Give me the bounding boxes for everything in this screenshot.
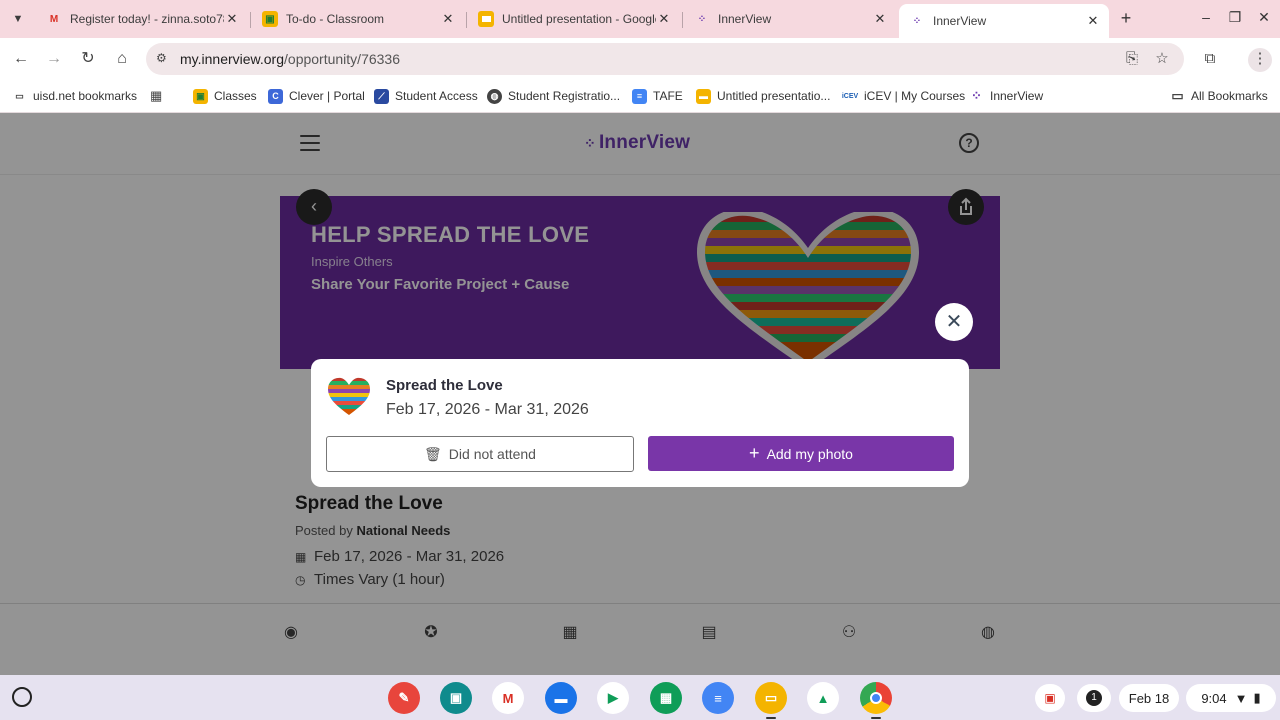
bookmark-icev[interactable]: iCEV iCEV | My Courses xyxy=(842,87,965,105)
classroom-icon: ▣ xyxy=(193,88,208,104)
close-tab-icon[interactable]: ✕ xyxy=(656,11,672,27)
os-shelf: ✎ ▣ M ▬ ▶ ▦ ≡ ▭ ▲ ▣ 1 Feb 18 9:04 ▼ ▮ xyxy=(0,675,1280,720)
tray-capture-icon[interactable]: ▣ xyxy=(1035,684,1065,712)
url-text[interactable]: my.innerview.org/opportunity/76336 xyxy=(180,51,400,67)
tab-strip: ▼ M Register today! - zinna.soto78 ✕ ▣ T… xyxy=(0,0,1280,38)
bookmark-uisd[interactable]: ▭ uisd.net bookmarks xyxy=(12,87,137,105)
dialog-title: Spread the Love xyxy=(386,377,503,394)
close-tab-icon[interactable]: ✕ xyxy=(440,11,456,27)
apps-grid-icon[interactable]: ▦ xyxy=(150,87,162,105)
play-store-icon[interactable]: ▶ xyxy=(597,682,629,714)
innerview-icon: ⁘ xyxy=(971,88,982,103)
reload-icon[interactable]: ↻ xyxy=(76,47,100,71)
tab-gmail[interactable]: M Register today! - zinna.soto78 ✕ xyxy=(36,5,248,33)
restore-icon[interactable]: ❐ xyxy=(1225,9,1245,26)
did-not-attend-button[interactable]: 🗑︎ Did not attend xyxy=(326,436,634,472)
launcher-icon[interactable] xyxy=(12,687,32,707)
tab-classroom[interactable]: ▣ To-do - Classroom ✕ xyxy=(252,5,464,33)
close-window-icon[interactable]: ✕ xyxy=(1254,9,1274,26)
bookmark-innerview[interactable]: ⁘ InnerView xyxy=(969,87,1043,105)
dialog-dates: Feb 17, 2026 - Mar 31, 2026 xyxy=(386,401,589,418)
close-icon: ✕ xyxy=(945,311,963,333)
add-photo-button[interactable]: + Add my photo xyxy=(648,436,954,471)
heart-thumbnail xyxy=(328,377,370,416)
all-bookmarks[interactable]: ▭ All Bookmarks xyxy=(1170,87,1267,105)
close-tab-icon[interactable]: ✕ xyxy=(1085,13,1101,29)
plus-icon: + xyxy=(749,443,760,463)
bookmark-tafe[interactable]: ≡ TAFE xyxy=(632,87,683,105)
tab-innerview-active[interactable]: ⁘ InnerView ✕ xyxy=(899,4,1109,38)
site-settings-icon[interactable]: ⚙ xyxy=(156,51,172,67)
sheets-app-icon[interactable]: ▦ xyxy=(650,682,682,714)
notification-badge[interactable]: 1 xyxy=(1077,684,1111,712)
clever-icon: C xyxy=(268,88,283,104)
tab-search-button[interactable]: ▼ xyxy=(6,7,30,31)
slides-icon xyxy=(478,11,494,27)
bookmark-student-registration[interactable]: ◍ Student Registratio... xyxy=(487,87,620,105)
icev-icon: iCEV xyxy=(841,92,859,100)
gmail-icon: M xyxy=(49,13,59,25)
docs-app-icon[interactable]: ≡ xyxy=(702,682,734,714)
classroom-icon: ▣ xyxy=(262,11,278,27)
chevron-down-icon: ▼ xyxy=(12,13,24,25)
close-modal-button[interactable]: ✕ xyxy=(935,303,973,341)
slides-app-icon[interactable]: ▭ xyxy=(755,682,787,714)
install-app-icon[interactable]: ⎘ xyxy=(1121,48,1143,70)
tab-slides[interactable]: Untitled presentation - Google ✕ xyxy=(468,5,680,33)
bookmark-classes[interactable]: ▣ Classes xyxy=(193,87,257,105)
globe-icon: ◍ xyxy=(487,88,502,104)
wifi-icon: ▼ xyxy=(1234,690,1248,706)
new-tab-button[interactable]: + xyxy=(1116,9,1136,29)
forward-arrow-icon[interactable]: → xyxy=(42,47,66,71)
tab-innerview-1[interactable]: ⁘ InnerView ✕ xyxy=(684,5,896,33)
trash-icon: 🗑︎ xyxy=(424,445,442,462)
bookmark-clever[interactable]: C Clever | Portal xyxy=(268,87,365,105)
folder-icon: ▭ xyxy=(15,90,24,101)
bookmark-student-access[interactable]: ⟋ Student Access xyxy=(374,87,478,105)
files-app-icon[interactable]: ▬ xyxy=(545,682,577,714)
innerview-icon: ⁘ xyxy=(697,13,707,25)
status-tray[interactable]: 9:04 ▼ ▮ xyxy=(1186,684,1276,712)
canvas-app-icon[interactable]: ✎ xyxy=(388,682,420,714)
bookmark-star-icon[interactable]: ☆ xyxy=(1151,48,1173,70)
bookmark-untitled-presentation[interactable]: ▬ Untitled presentatio... xyxy=(696,87,830,105)
drive-app-icon[interactable]: ▲ xyxy=(807,682,839,714)
student-access-icon: ⟋ xyxy=(374,88,389,104)
slides-icon: ▬ xyxy=(696,88,711,104)
close-tab-icon[interactable]: ✕ xyxy=(224,11,240,27)
chrome-app-icon[interactable] xyxy=(860,682,892,714)
attendance-dialog: Spread the Love Feb 17, 2026 - Mar 31, 2… xyxy=(311,359,969,487)
docs-icon: ≡ xyxy=(632,88,647,104)
battery-icon: ▮ xyxy=(1253,690,1261,705)
home-icon[interactable]: ⌂ xyxy=(110,47,134,71)
folder-icon: ▭ xyxy=(1171,88,1184,103)
minimize-icon[interactable]: – xyxy=(1196,9,1216,25)
close-tab-icon[interactable]: ✕ xyxy=(872,11,888,27)
back-arrow-icon[interactable]: ← xyxy=(9,47,33,71)
gmail-app-icon[interactable]: M xyxy=(492,682,524,714)
menu-kebab-icon[interactable]: ⋮ xyxy=(1248,48,1272,72)
extensions-icon[interactable]: ⧉ xyxy=(1199,48,1221,70)
date-tray[interactable]: Feb 18 xyxy=(1119,684,1179,712)
bookmarks-bar: ▭ uisd.net bookmarks ▦ ▣ Classes C Clever |… xyxy=(0,80,1280,113)
address-bar[interactable]: ⚙ my.innerview.org/opportunity/76336 xyxy=(146,43,1184,75)
innerview-icon: ⁘ xyxy=(912,15,922,27)
classroom-app-icon[interactable]: ▣ xyxy=(440,682,472,714)
